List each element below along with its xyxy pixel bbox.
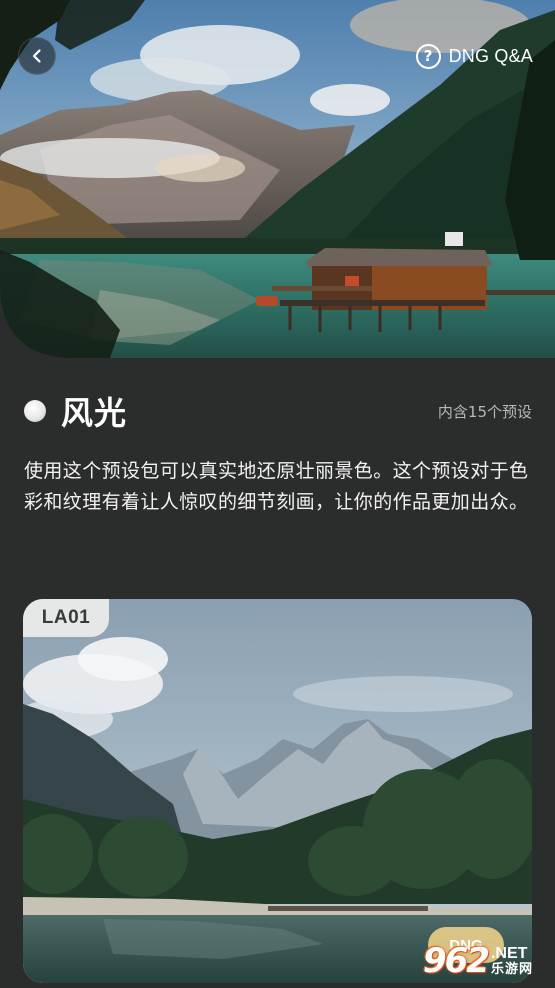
chevron-left-icon [32,49,41,63]
section-dot-icon [24,400,46,422]
watermark-logo: 962 [423,941,490,981]
preset-preview-image [23,599,532,983]
back-button[interactable] [18,37,56,75]
preset-code-tag: LA01 [23,599,109,637]
dng-qa-button[interactable]: ? DNG Q&A [415,40,533,72]
section-description: 使用这个预设包可以真实地还原壮丽景色。这个预设对于色彩和纹理有着让人惊叹的细节刻… [24,460,529,513]
question-circle-icon: ? [415,43,441,69]
preset-detail-page: ? DNG Q&A 风光 内含15个预设 使用这个预设包可以真实地还原壮丽景色。… [0,0,555,988]
site-watermark: 962 .NET 乐游网 [423,938,551,984]
watermark-net: .NET [490,944,528,962]
hero-banner: ? DNG Q&A [0,0,555,358]
section-header: 风光 内含15个预设 [22,388,532,434]
preset-count: 内含15个预设 [437,402,532,421]
watermark-site-name: 乐游网 [490,961,533,977]
preset-preview-card[interactable]: LA01 DNG [23,599,532,983]
dng-qa-label: DNG Q&A [448,45,533,66]
section-title: 风光 [61,394,128,432]
